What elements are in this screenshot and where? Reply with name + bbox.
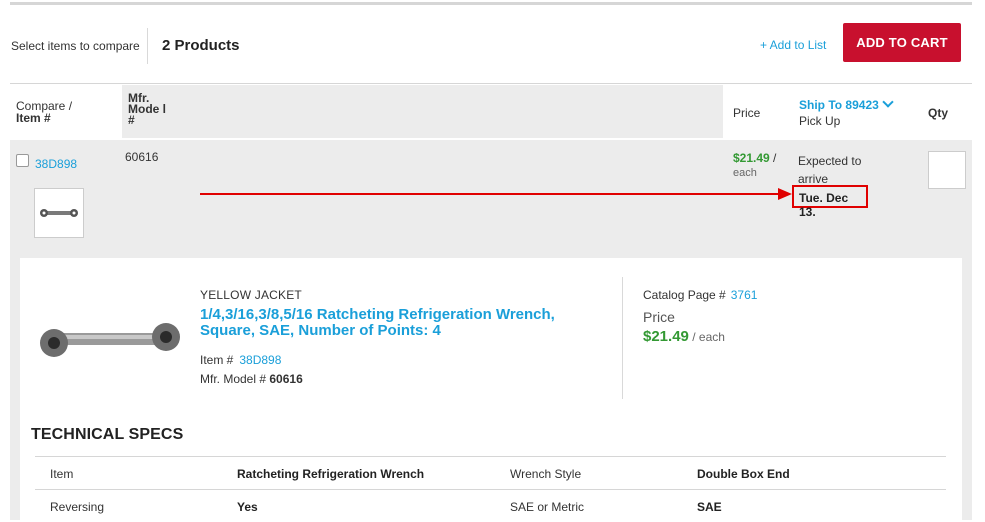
catalog-page-label: Catalog Page # [643,288,726,302]
wrench-icon [40,209,78,217]
spec-value: Yes [237,500,258,514]
detail-divider [622,277,623,399]
detail-mfr-value: 60616 [269,372,303,386]
row-price-separator: / [769,151,777,165]
top-divider [10,2,972,5]
header-spacer [166,85,723,138]
header-mfr-model: Mfr. Mode l # [122,85,166,138]
detail-item-number: Item # 38D898 [200,353,281,367]
spec-value: Double Box End [697,467,790,481]
detail-mfr-label: Mfr. Model # [200,372,267,386]
annotation-arrow-line [200,193,780,195]
spec-row: Reversing Yes SAE or Metric SAE [35,489,946,522]
product-title-link[interactable]: 1/4,3/16,3/8,5/16 Ratcheting Refrigerati… [200,307,600,339]
compare-bar-divider [147,28,148,64]
header-item-label: Item # [16,111,51,125]
chevron-down-icon [882,96,894,108]
pick-up-label: Pick Up [799,114,841,128]
product-brand: YELLOW JACKET [200,288,302,302]
detail-price-unit: / each [688,330,725,344]
expected-arrival-text: Expected to arrive [798,154,862,186]
spec-value: SAE [697,500,722,514]
model-number: 60616 [125,150,159,164]
spec-key: Wrench Style [510,467,582,481]
detail-price: $21.49 / each [643,328,725,345]
compare-bar: Select items to compare 2 Products + Add… [10,23,972,68]
detail-price-value: $21.49 [643,328,689,345]
product-table: Compare / Item # Mfr. Mode l # Price Shi… [10,83,972,522]
header-ship-to: Ship To 89423 Pick Up [799,96,894,129]
ship-to-link[interactable]: Ship To 89423 [799,96,894,112]
row-price-value: $21.49 [733,151,770,165]
annotation-arrow-head [778,188,792,200]
item-number-link[interactable]: 38D898 [35,157,77,171]
compare-checkbox[interactable] [16,154,29,167]
spec-column-gap [494,457,505,489]
product-detail-panel: YELLOW JACKET 1/4,3/16,3/8,5/16 Ratcheti… [20,258,962,522]
spec-value: Ratcheting Refrigeration Wrench [237,467,425,481]
header-price: Price [733,106,761,120]
spec-key: Reversing [50,500,105,514]
detail-item-link[interactable]: 38D898 [239,353,281,367]
spec-row: Item Ratcheting Refrigeration Wrench Wre… [35,456,946,489]
catalog-page: Catalog Page # 3761 [643,288,757,302]
spec-key: Item [50,467,74,481]
spec-column-gap [494,490,505,522]
header-compare-item: Compare / Item # [16,100,72,124]
row-price: $21.49 / each [733,151,776,179]
add-to-list-link[interactable]: + Add to List [760,38,826,52]
header-qty: Qty [928,106,949,120]
product-image[interactable] [34,315,186,363]
product-thumbnail[interactable] [34,188,84,238]
detail-price-label: Price [643,309,675,325]
products-count: 2 Products [162,37,240,54]
select-items-label: Select items to compare [11,39,140,53]
quantity-input[interactable] [928,151,966,189]
arrival-date-highlight: Tue. Dec 13. [792,185,868,219]
row-price-unit: each [733,167,757,179]
detail-item-label: Item # [200,353,234,367]
technical-specs-heading: TECHNICAL SPECS [31,426,184,443]
add-to-cart-button[interactable]: ADD TO CART [843,23,961,62]
table-header-row: Compare / Item # Mfr. Mode l # Price Shi… [10,84,972,140]
ship-to-text: Ship To 89423 [799,98,879,112]
spec-key: SAE or Metric [510,500,585,514]
catalog-page-link[interactable]: 3761 [731,288,758,302]
detail-mfr-model: Mfr. Model # 60616 [200,372,303,386]
